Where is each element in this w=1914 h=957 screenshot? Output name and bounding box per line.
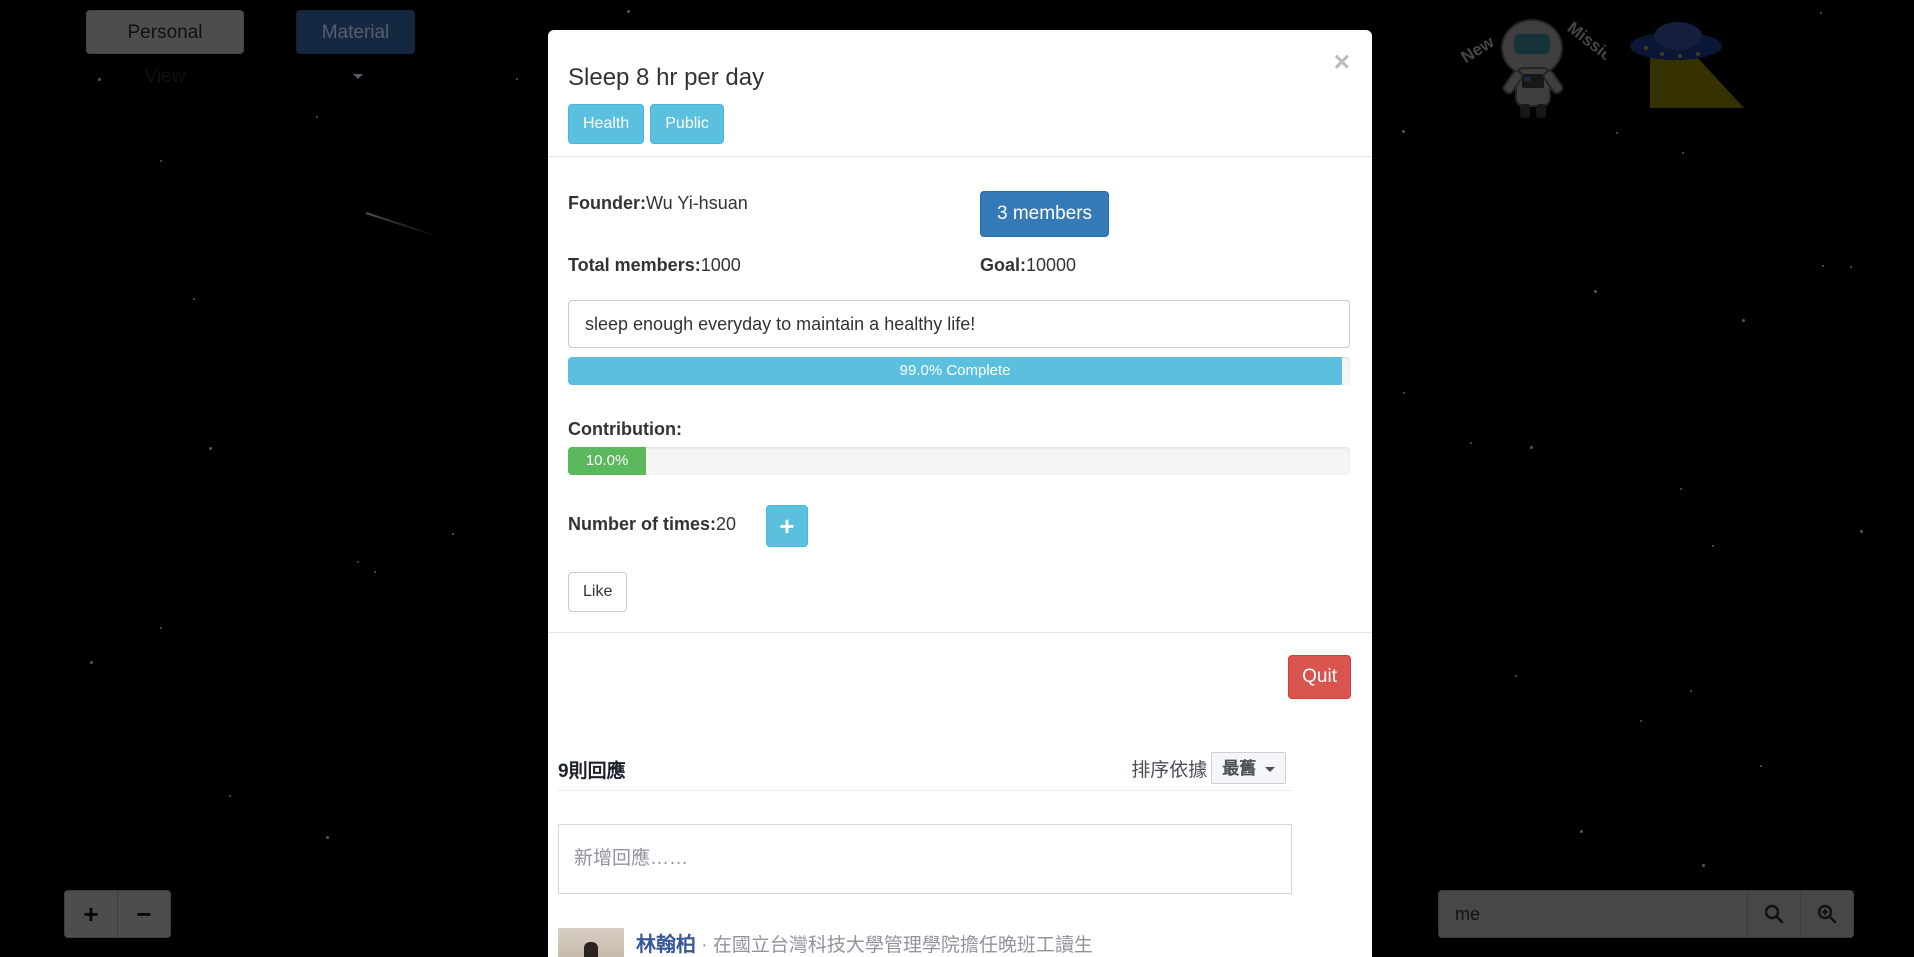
like-button[interactable]: Like [568,572,628,612]
comment-count: 9則回應 [558,761,626,782]
comments-header: 9則回應 排序依據 最舊 [558,746,1292,791]
total-members-row: Total members:1000 [568,255,741,276]
mission-progress-bar: 99.0% Complete [568,357,1350,385]
times-value: 20 [716,514,737,534]
modal-body: Founder:Wu Yi-hsuan 3 members Total memb… [548,157,1372,633]
comment-header: 林翰柏 · 在國立台灣科技大學管理學院擔任晚班工讀生 [636,928,1093,957]
contribution-progress-bar: 10.0% [568,447,1350,475]
contribution-label: Contribution: [568,419,682,439]
times-row: Number of times:20 [568,514,736,535]
comment-input[interactable]: 新增回應…… [558,824,1292,894]
space-canvas[interactable]: Personal View Material New Mission [0,0,1914,957]
founder-row: Founder:Wu Yi-hsuan [568,193,748,214]
comment-author[interactable]: 林翰柏 [636,934,696,956]
total-members-value: 1000 [700,255,741,275]
tag-list: Health Public [568,104,1352,144]
mission-progress-fill: 99.0% Complete [568,357,1343,385]
tag-public[interactable]: Public [650,104,724,144]
comment-item: 林翰柏 · 在國立台灣科技大學管理學院擔任晚班工讀生 [558,928,1292,957]
members-button[interactable]: 3 members [980,191,1110,237]
mission-title: Sleep 8 hr per day [568,64,765,91]
avatar[interactable] [558,928,624,957]
add-times-button[interactable]: + [766,505,808,547]
contribution-progress-fill: 10.0% [568,447,647,475]
comment-separator: · [696,935,713,956]
quit-button[interactable]: Quit [1288,655,1351,699]
mission-description[interactable]: sleep enough everyday to maintain a heal… [568,300,1350,348]
times-label: Number of times: [568,514,717,534]
modal-header: × Sleep 8 hr per day Health Public [548,30,1372,157]
comment-author-meta: 在國立台灣科技大學管理學院擔任晚班工讀生 [712,935,1093,956]
total-members-label: Total members: [568,255,701,275]
goal-value: 10000 [1026,255,1077,275]
mission-modal: × Sleep 8 hr per day Health Public Found… [548,30,1372,957]
goal-label: Goal: [980,255,1027,275]
sort-control: 排序依據 最舊 [1131,752,1286,784]
sort-label: 排序依據 [1131,759,1208,781]
sort-select[interactable]: 最舊 [1211,752,1286,784]
goal-row: Goal:10000 [980,255,1076,276]
sort-value: 最舊 [1222,759,1257,778]
comments-plugin: 9則回應 排序依據 最舊 新增回應…… 林翰柏 · 在國立台灣科技大學管理學院擔… [558,746,1292,957]
founder-label: Founder: [568,193,646,213]
founder-value: Wu Yi-hsuan [646,193,748,213]
tag-health[interactable]: Health [568,104,645,144]
caret-down-icon [1265,767,1275,773]
modal-footer: Quit [548,633,1372,723]
close-icon[interactable]: × [1334,46,1350,78]
